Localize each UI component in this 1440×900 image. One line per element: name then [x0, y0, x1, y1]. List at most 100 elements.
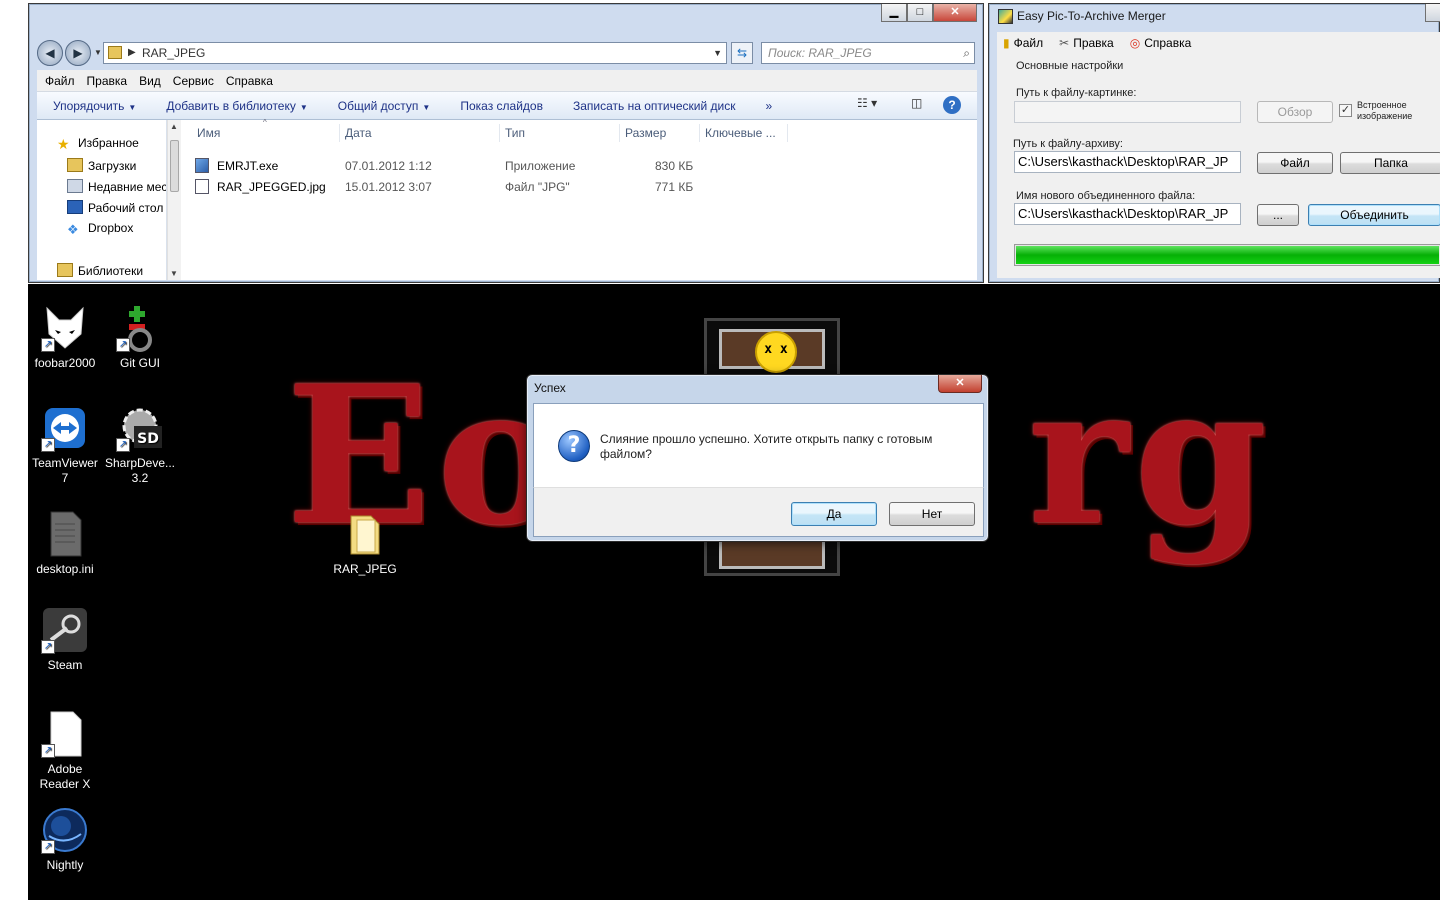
chevron-down-icon: ▼ [128, 102, 137, 112]
file-list: ^ Имя Дата Тип Размер Ключевые ... EMRJT… [189, 118, 977, 280]
view-options-icon[interactable]: ☷ ▾ [857, 96, 877, 116]
explorer-content: ★ Избранное Загрузки Недавние мес Рабочий… [37, 118, 977, 280]
menu-file[interactable]: ▮ Файл [1003, 36, 1043, 50]
desktop-icon-teamviewer[interactable]: ↗ TeamViewer 7 [28, 404, 102, 486]
image-path-label: Путь к файлу-картинке: [1016, 87, 1137, 99]
file-row[interactable]: EMRJT.exe 07.01.2012 1:12 Приложение 830… [189, 156, 969, 176]
desktop-icon-desktop-ini[interactable]: desktop.ini [28, 510, 102, 577]
burn-disc-button[interactable]: Записать на оптический диск [573, 99, 736, 113]
search-placeholder: Поиск: RAR_JPEG [768, 46, 872, 60]
menu-help[interactable]: ◎ Справка [1130, 36, 1192, 50]
desktop-icon-foobar2000[interactable]: ↗ foobar2000 [28, 304, 102, 371]
jpg-file-icon [195, 179, 209, 194]
maximize-button[interactable]: □ [907, 4, 933, 22]
menu-edit[interactable]: ✂ Правка [1059, 36, 1114, 50]
column-header-date[interactable]: Дата [345, 126, 372, 140]
shortcut-arrow-icon: ↗ [116, 338, 130, 352]
shortcut-arrow-icon: ↗ [41, 438, 55, 452]
forward-button[interactable]: ▶ [65, 40, 91, 66]
downloads-folder-icon [67, 158, 83, 172]
question-icon: ? [558, 430, 590, 462]
file-size: 830 КБ [655, 159, 694, 173]
menu-file[interactable]: Файл [45, 70, 83, 91]
nav-favorites[interactable]: ★ Избранное [57, 136, 139, 152]
image-path-input[interactable] [1014, 101, 1241, 123]
back-button[interactable]: ◀ [37, 40, 63, 66]
search-input[interactable]: Поиск: RAR_JPEG ⌕ [761, 42, 975, 64]
close-button[interactable]: ✕ [933, 4, 977, 22]
scroll-up-icon: ▲ [170, 122, 178, 131]
help-icon[interactable]: ? [943, 96, 961, 114]
dialog-body: ? Слияние прошло успешно. Хотите открыть… [533, 403, 984, 487]
menu-tools[interactable]: Сервис [173, 70, 222, 91]
minimize-button[interactable]: ▁ [881, 4, 907, 22]
menu-view[interactable]: Вид [139, 70, 169, 91]
no-button[interactable]: Нет [889, 502, 975, 526]
select-folder-button[interactable]: Папка [1340, 152, 1440, 174]
select-file-button[interactable]: Файл [1257, 152, 1333, 174]
desktop-icon-git-gui[interactable]: ↗ Git GUI [103, 304, 177, 371]
column-header-size[interactable]: Размер [625, 126, 666, 140]
output-browse-button[interactable]: ... [1257, 204, 1299, 226]
desktop-icon-steam[interactable]: ↗ Steam [28, 606, 102, 673]
address-bar[interactable]: ▶ RAR_JPEG ▼ [103, 42, 727, 64]
nav-desktop[interactable]: Рабочий стол [67, 200, 163, 215]
document-icon [41, 510, 89, 558]
organize-button[interactable]: Упорядочить ▼ [53, 99, 136, 113]
file-date: 07.01.2012 1:12 [345, 159, 432, 173]
svg-text:SD: SD [137, 431, 159, 447]
column-header-type[interactable]: Тип [505, 126, 525, 140]
dialog-button-bar: Да Нет [533, 487, 984, 537]
menu-edit[interactable]: Правка [87, 70, 136, 91]
folder-icon: ▮ [1003, 36, 1010, 50]
more-commands-button[interactable]: » [765, 99, 772, 113]
slideshow-button[interactable]: Показ слайдов [460, 99, 543, 113]
dialog-close-button[interactable]: ✕ [938, 375, 982, 393]
nav-dropbox[interactable]: ❖ Dropbox [67, 221, 133, 238]
desktop-icon-nightly[interactable]: ↗ Nightly [28, 806, 102, 873]
explorer-navigation-bar: ◀ ▶ ▼ ▶ RAR_JPEG ▼ ⇆ Поиск: RAR_JPEG ⌕ [37, 40, 977, 66]
folder-icon [341, 510, 389, 558]
output-file-input[interactable]: C:\Users\kasthack\Desktop\RAR_JP [1014, 203, 1241, 225]
libraries-icon [57, 263, 73, 277]
merger-caption-buttons [1425, 4, 1440, 24]
shortcut-arrow-icon: ↗ [41, 640, 55, 654]
desktop-icon-rar-jpeg[interactable]: RAR_JPEG [328, 510, 402, 577]
desktop-icon-sharpdevelop[interactable]: SD ↗ SharpDeve... 3.2 [103, 404, 177, 486]
browse-button[interactable]: Обзор [1257, 101, 1333, 123]
dropbox-icon: ❖ [67, 222, 79, 237]
scrollbar-thumb[interactable] [170, 140, 179, 192]
desktop-icon-label: desktop.ini [36, 562, 94, 576]
merge-button[interactable]: Объединить [1308, 204, 1440, 226]
column-header-name[interactable]: Имя [197, 126, 220, 140]
refresh-button[interactable]: ⇆ [731, 42, 753, 64]
dialog-message: Слияние прошло успешно. Хотите открыть п… [600, 432, 933, 461]
explorer-window: ▁ □ ✕ ◀ ▶ ▼ ▶ RAR_JPEG ▼ ⇆ Поиск: RAR_JP… [28, 3, 984, 283]
add-to-library-button[interactable]: Добавить в библиотеку ▼ [166, 99, 307, 113]
embedded-image-checkbox[interactable]: ✓ [1339, 104, 1352, 117]
navigation-pane-scrollbar[interactable]: ▲ ▼ [167, 120, 181, 280]
yes-button[interactable]: Да [791, 502, 877, 526]
nav-libraries[interactable]: Библиотеки [57, 263, 143, 278]
minimize-button[interactable] [1425, 4, 1440, 22]
archive-path-input[interactable]: C:\Users\kasthack\Desktop\RAR_JP [1014, 151, 1241, 173]
breadcrumb-arrow-icon[interactable]: ▶ [128, 43, 136, 63]
fox-icon: ↗ [41, 304, 89, 352]
file-type: Файл "JPG" [505, 180, 570, 194]
nav-downloads[interactable]: Загрузки [67, 158, 136, 173]
nav-recent-places[interactable]: Недавние мес [67, 179, 166, 194]
recent-pages-dropdown[interactable]: ▼ [94, 48, 102, 57]
smiley-icon: x x [755, 331, 797, 373]
merge-progress-bar [1014, 244, 1440, 266]
file-row[interactable]: RAR_JPEGGED.jpg 15.01.2012 3:07 Файл "JP… [189, 177, 969, 197]
preview-pane-icon[interactable]: ◫ [911, 96, 922, 116]
desktop-icon-adobe-reader[interactable]: ↗ Adobe Reader X [28, 710, 102, 792]
output-file-label: Имя нового объединенного файла: [1016, 190, 1196, 202]
steam-icon: ↗ [41, 606, 89, 654]
share-button[interactable]: Общий доступ ▼ [338, 99, 431, 113]
embedded-image-label: Встроенное изображение [1357, 100, 1413, 121]
address-dropdown-icon[interactable]: ▼ [713, 43, 722, 63]
menu-help[interactable]: Справка [226, 70, 281, 91]
shortcut-arrow-icon: ↗ [41, 744, 55, 758]
column-header-tags[interactable]: Ключевые ... [705, 126, 776, 140]
